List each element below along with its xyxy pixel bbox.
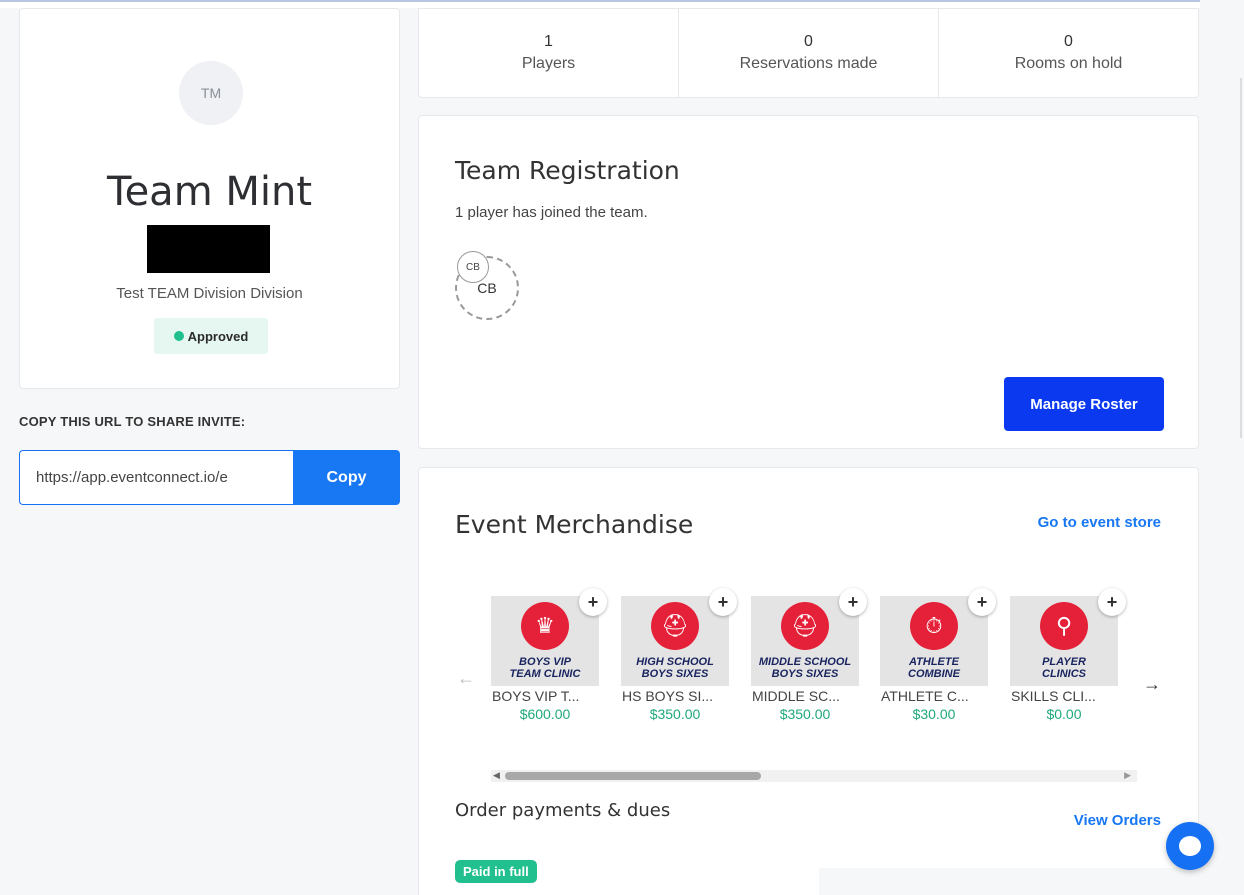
- event-merchandise-card: Event Merchandise Go to event store ← ♛ …: [418, 467, 1199, 895]
- player-mini-avatar: CB: [457, 251, 489, 283]
- stat-value: 0: [804, 33, 813, 50]
- share-invite-label: COPY THIS URL TO SHARE INVITE:: [19, 414, 246, 429]
- status-badge: Approved: [154, 318, 268, 354]
- add-to-cart-icon[interactable]: +: [709, 588, 737, 616]
- image-text-line: BOYS SIXES: [641, 668, 709, 680]
- page-scrollbar[interactable]: [1240, 78, 1242, 438]
- team-avatar: TM: [179, 61, 243, 125]
- product-card[interactable]: ♛ BOYS VIP TEAM CLINIC + BOYS VIP T... $…: [491, 588, 607, 722]
- helmet-icon: ⛑: [781, 602, 829, 650]
- copy-button[interactable]: Copy: [293, 450, 400, 505]
- registration-title: Team Registration: [455, 156, 680, 185]
- stat-players: 1 Players: [419, 9, 679, 97]
- image-text-line: PLAYER: [1042, 656, 1086, 668]
- image-text-line: CLINICS: [1042, 668, 1086, 680]
- status-dot-icon: [173, 331, 184, 341]
- stat-rooms: 0 Rooms on hold: [939, 9, 1198, 97]
- add-to-cart-icon[interactable]: +: [839, 588, 867, 616]
- chat-button[interactable]: [1166, 822, 1214, 870]
- team-registration-card: Team Registration 1 player has joined th…: [418, 115, 1199, 449]
- chat-bubble-icon: [1179, 836, 1201, 856]
- product-name: BOYS VIP T...: [492, 688, 580, 704]
- stat-label: Reservations made: [739, 55, 878, 72]
- add-to-cart-icon[interactable]: +: [579, 588, 607, 616]
- product-price: $350.00: [779, 706, 831, 722]
- arrow-left-icon[interactable]: ←: [457, 668, 475, 689]
- scroll-left-icon[interactable]: ◀: [493, 770, 500, 781]
- product-name: ATHLETE C...: [881, 688, 969, 704]
- product-image-text: ATHLETE COMBINE: [880, 656, 988, 680]
- product-image-text: PLAYER CLINICS: [1010, 656, 1118, 680]
- image-text-line: HIGH SCHOOL: [636, 656, 714, 668]
- image-text-line: BOYS VIP: [519, 656, 571, 668]
- team-card: TM Team Mint Test TEAM Division Division…: [19, 8, 400, 389]
- stopwatch-icon: ⏱: [910, 602, 958, 650]
- scrollbar-thumb[interactable]: [505, 772, 761, 780]
- share-url-input[interactable]: [19, 450, 293, 505]
- add-to-cart-icon[interactable]: +: [968, 588, 996, 616]
- go-to-store-link[interactable]: Go to event store: [1038, 514, 1161, 531]
- horizontal-scrollbar[interactable]: ◀ ▶: [491, 770, 1137, 782]
- product-card[interactable]: ⚲ PLAYER CLINICS + SKILLS CLI... $0.00: [1010, 588, 1126, 722]
- paid-status-badge: Paid in full: [455, 860, 537, 883]
- arrow-right-icon[interactable]: →: [1143, 674, 1161, 695]
- stat-label: Rooms on hold: [1014, 55, 1123, 72]
- product-price: $600.00: [519, 706, 571, 722]
- team-name: Team Mint: [106, 169, 313, 215]
- team-stats: 1 Players 0 Reservations made 0 Rooms on…: [418, 8, 1199, 98]
- product-name: SKILLS CLI...: [1011, 688, 1096, 704]
- add-to-cart-icon[interactable]: +: [1098, 588, 1126, 616]
- image-text-line: BOYS SIXES: [771, 668, 839, 680]
- orders-title: Order payments & dues: [455, 800, 671, 821]
- scroll-right-icon[interactable]: ▶: [1124, 770, 1131, 781]
- manage-roster-button[interactable]: Manage Roster: [1004, 377, 1164, 431]
- crown-icon: ♛: [521, 602, 569, 650]
- product-name: MIDDLE SC...: [752, 688, 840, 704]
- image-text-line: MIDDLE SCHOOL: [758, 656, 852, 668]
- helmet-icon: ⛑: [651, 602, 699, 650]
- lower-shade: [819, 868, 1199, 895]
- product-name: HS BOYS SI...: [622, 688, 714, 704]
- stat-value: 0: [1064, 33, 1073, 50]
- product-image-text: BOYS VIP TEAM CLINIC: [491, 656, 599, 680]
- stat-label: Players: [521, 55, 576, 72]
- product-image-text: HIGH SCHOOL BOYS SIXES: [621, 656, 729, 680]
- product-price: $30.00: [912, 706, 956, 722]
- view-orders-link[interactable]: View Orders: [1074, 812, 1161, 829]
- image-text-line: TEAM CLINIC: [509, 668, 581, 680]
- product-price: $0.00: [1046, 706, 1082, 722]
- status-badge-label: Approved: [187, 328, 249, 344]
- lacrosse-stick-icon: ⚲: [1040, 602, 1088, 650]
- product-card[interactable]: ⛑ MIDDLE SCHOOL BOYS SIXES + MIDDLE SC..…: [751, 588, 867, 722]
- product-card[interactable]: ⛑ HIGH SCHOOL BOYS SIXES + HS BOYS SI...…: [621, 588, 737, 722]
- merchandise-title: Event Merchandise: [455, 510, 694, 539]
- redacted-block: [147, 225, 270, 273]
- image-text-line: ATHLETE: [909, 656, 959, 668]
- image-text-line: COMBINE: [908, 668, 960, 680]
- registration-subtitle: 1 player has joined the team.: [455, 204, 648, 221]
- product-card[interactable]: ⏱ ATHLETE COMBINE + ATHLETE C... $30.00: [880, 588, 996, 722]
- team-division: Test TEAM Division Division: [116, 285, 303, 302]
- product-price: $350.00: [649, 706, 701, 722]
- product-image-text: MIDDLE SCHOOL BOYS SIXES: [751, 656, 859, 680]
- stat-reservations: 0 Reservations made: [679, 9, 939, 97]
- stat-value: 1: [544, 33, 553, 50]
